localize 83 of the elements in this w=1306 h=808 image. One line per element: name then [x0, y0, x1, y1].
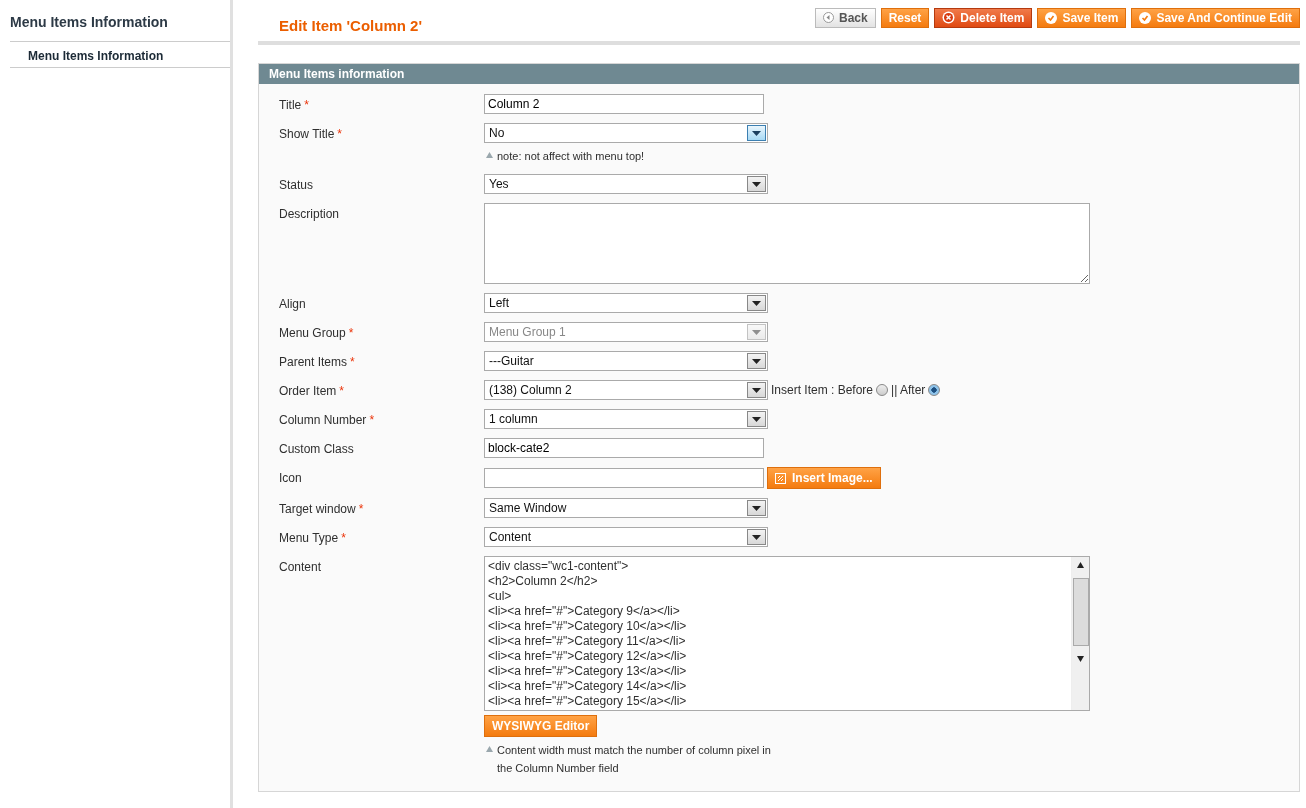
dropdown-arrow-icon: [752, 181, 761, 187]
scrollbar-thumb[interactable]: [1072, 578, 1089, 646]
description-field[interactable]: [484, 203, 1090, 284]
back-button[interactable]: Back: [815, 7, 876, 28]
dropdown-button[interactable]: [747, 500, 766, 516]
field-label: Status: [279, 178, 314, 192]
dropdown-arrow-icon: [752, 300, 761, 306]
code-line: <li><a href="#">Category 13</a></li>: [488, 664, 688, 679]
field-label: Content: [279, 560, 322, 574]
field-label: Title: [279, 98, 302, 112]
dropdown-button[interactable]: [747, 411, 766, 427]
field-label: Custom Class: [279, 442, 354, 456]
required-mark: *: [339, 384, 345, 398]
code-line: <li><a href="#">Category 14</a></li>: [488, 679, 688, 694]
field-label: Parent Items: [279, 355, 348, 369]
radio-button[interactable]: [928, 384, 941, 396]
radio-button[interactable]: [876, 384, 889, 396]
select-field[interactable]: (138) Column 2: [484, 380, 768, 400]
dropdown-arrow-icon: [752, 534, 761, 540]
dropdown-button[interactable]: [747, 353, 766, 369]
select-field[interactable]: Same Window: [484, 498, 768, 518]
code-line: <li><a href="#">Category 11</a></li>: [488, 634, 687, 649]
insert-label: || After: [891, 383, 926, 397]
page-title: Edit Item 'Column 2': [279, 16, 422, 34]
image-icon: [775, 472, 786, 484]
dropdown-button[interactable]: [747, 529, 766, 545]
field-label: Menu Type: [279, 531, 339, 545]
dropdown-arrow-icon: [752, 387, 761, 393]
scroll-up-icon[interactable]: [1077, 562, 1084, 568]
dropdown-arrow-icon: [752, 416, 761, 422]
dropdown-button[interactable]: [747, 125, 766, 141]
text-field[interactable]: Column 2: [484, 94, 764, 114]
field-label: Description: [279, 207, 340, 221]
icon-field[interactable]: [484, 468, 764, 488]
required-mark: *: [350, 355, 355, 369]
section-header: Menu Items information: [259, 64, 1299, 84]
field-label: Order Item: [279, 384, 337, 398]
select-field[interactable]: No: [484, 123, 768, 143]
dropdown-arrow-icon: [752, 358, 761, 364]
field-note: note: not affect with menu top!: [497, 149, 645, 164]
required-mark: *: [358, 502, 364, 516]
code-line: <ul>: [488, 589, 513, 604]
dropdown-arrow-icon: [752, 329, 761, 335]
select-field[interactable]: Content: [484, 527, 768, 547]
select-field[interactable]: 1 column: [484, 409, 768, 429]
check-icon: [1139, 11, 1152, 24]
field-label: Column Number: [279, 413, 367, 427]
dropdown-button[interactable]: [747, 382, 766, 398]
required-mark: *: [369, 413, 375, 427]
required-mark: *: [337, 127, 343, 141]
dropdown-arrow-icon: [752, 130, 761, 136]
code-line: <li><a href="#">Category 9</a></li>: [488, 604, 681, 619]
select-field[interactable]: Left: [484, 293, 768, 313]
dropdown-button[interactable]: [747, 176, 766, 192]
check-icon: [1045, 11, 1058, 24]
field-label: Target window: [279, 502, 356, 516]
text-field[interactable]: block-cate2: [484, 438, 764, 458]
insert-label: Insert Item : Before: [771, 383, 874, 397]
sidebar-tab[interactable]: Menu Items Information: [10, 42, 230, 68]
field-label: Show Title: [279, 127, 335, 141]
code-line: <li><a href="#">Category 10</a></li>: [488, 619, 688, 634]
field-label: Icon: [279, 471, 302, 485]
code-line: <div class="wc1-content">: [488, 559, 630, 574]
required-mark: *: [341, 531, 346, 545]
field-note: the Column Number field: [497, 761, 620, 776]
required-mark: *: [348, 326, 354, 340]
note-icon: [486, 746, 493, 752]
note-icon: [486, 152, 493, 158]
code-field[interactable]: [484, 556, 1090, 711]
field-label: Align: [279, 297, 306, 311]
select-field[interactable]: Yes: [484, 174, 768, 194]
delete-icon: [942, 11, 956, 24]
field-note: Content width must match the number of column pixel in: [497, 743, 771, 758]
code-line: <li><a href="#">Category 12</a></li>: [488, 649, 688, 664]
code-line: <h2>Column 2</h2>: [488, 574, 599, 589]
code-line: <li><a href="#">Category 15</a></li>: [488, 694, 688, 709]
required-mark: *: [304, 98, 309, 112]
sidebar-title: Menu Items Information: [10, 0, 230, 42]
dropdown-arrow-icon: [752, 505, 761, 511]
scroll-down-icon[interactable]: [1077, 656, 1084, 662]
dropdown-button[interactable]: [747, 295, 766, 311]
field-label: Menu Group: [279, 326, 346, 340]
select-field[interactable]: ---Guitar: [484, 351, 768, 371]
